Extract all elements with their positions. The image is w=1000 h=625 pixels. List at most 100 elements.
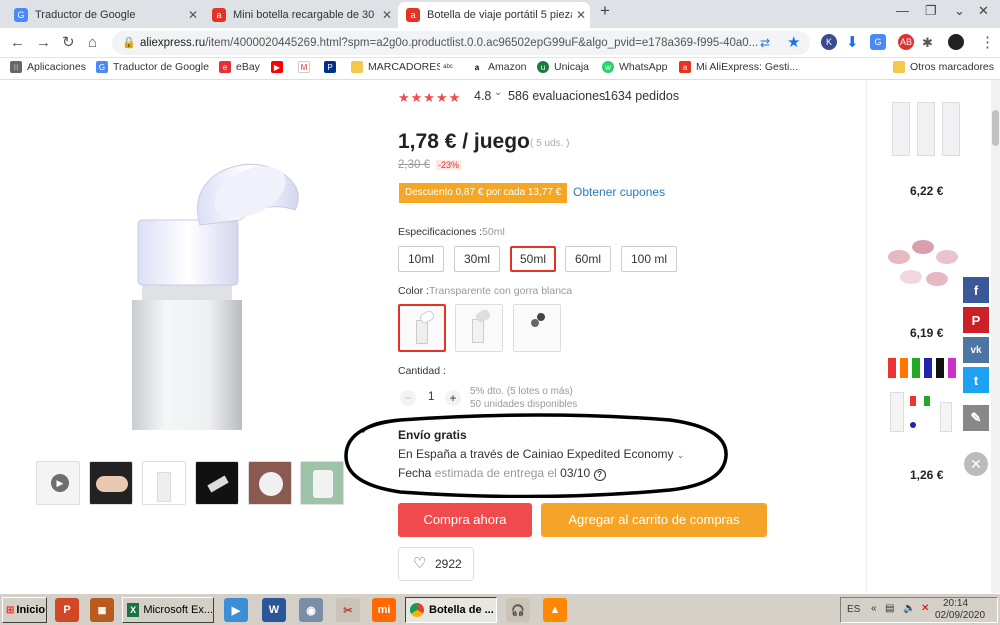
facebook-share-button[interactable]: f (963, 277, 989, 303)
excel-taskbar-button[interactable]: X Microsoft Ex... (122, 597, 214, 623)
home-icon[interactable]: ⌂ (88, 34, 97, 52)
media-player-icon[interactable]: ▶ (224, 598, 248, 622)
language-indicator[interactable]: ES (847, 604, 860, 615)
bookmark-star-icon[interactable]: ★ (787, 34, 800, 52)
bookmark-paypal[interactable]: P (324, 61, 341, 73)
close-share-icon[interactable]: ✕ (964, 452, 988, 476)
product-thumbnail[interactable] (195, 461, 239, 505)
scrollbar-track[interactable] (991, 80, 1000, 593)
minimize-icon[interactable]: — (896, 3, 909, 18)
quantity-increase-button[interactable]: + (445, 390, 461, 406)
scrollbar-thumb[interactable] (992, 110, 999, 146)
new-tab-button[interactable]: + (600, 1, 610, 21)
tab-botella-viaje[interactable]: a Botella de viaje portátil 5 piezas ✕ (398, 2, 590, 28)
word-icon[interactable]: W (262, 598, 286, 622)
clock-date[interactable]: 02/09/2020 (935, 610, 985, 621)
related-product-image[interactable] (884, 352, 968, 452)
download-icon[interactable]: ⬇ (846, 34, 859, 52)
volume-icon[interactable]: 🔈 (903, 603, 915, 614)
close-icon[interactable]: ✕ (184, 8, 202, 22)
clock-time[interactable]: 20:14 (943, 598, 968, 609)
lock-icon[interactable]: 🔒 (122, 31, 136, 55)
shipping-method[interactable]: En España a través de Cainiao Expedited … (398, 447, 684, 461)
security-icon[interactable]: ✕ (921, 603, 929, 614)
calculator-icon[interactable]: ▦ (90, 598, 114, 622)
product-thumbnail[interactable] (300, 461, 344, 505)
related-product-image[interactable] (884, 88, 968, 164)
hard-drive-icon[interactable]: ◉ (299, 598, 323, 622)
bookmark-amazon[interactable]: a Amazon (471, 61, 527, 73)
add-to-cart-button[interactable]: Agregar al carrito de compras (541, 503, 767, 537)
excel-icon: X (127, 603, 140, 617)
google-translate-extension-icon[interactable]: G (870, 34, 886, 50)
restore-icon[interactable]: ❐ (925, 3, 937, 19)
spec-option-30ml[interactable]: 30ml (454, 246, 500, 272)
color-option-white-cap[interactable] (398, 304, 446, 352)
spec-option-10ml[interactable]: 10ml (398, 246, 444, 272)
reviews-count[interactable]: 586 evaluaciones (508, 89, 605, 103)
extensions-puzzle-icon[interactable]: ✱ (922, 34, 933, 52)
translate-page-icon[interactable]: ⇄ (760, 34, 770, 52)
scissors-icon[interactable]: ✂ (336, 598, 360, 622)
product-main-image[interactable] (80, 150, 330, 430)
product-thumbnail-video[interactable]: ▶ (36, 461, 80, 505)
start-button[interactable]: ⊞ Inicio (2, 597, 47, 623)
vk-share-button[interactable]: vk (963, 337, 989, 363)
bookmark-ebay[interactable]: e eBay (219, 61, 260, 73)
chevron-down-icon[interactable]: ⌄ (494, 87, 502, 98)
bookmark-marcadores[interactable]: MARCADORES (351, 61, 443, 73)
forward-icon[interactable]: → (36, 34, 51, 52)
vlc-icon[interactable]: ▲ (543, 598, 567, 622)
more-menu-icon[interactable]: ⋮ (980, 34, 995, 52)
buy-now-button[interactable]: Compra ahora (398, 503, 532, 537)
quantity-input[interactable]: 1 (428, 391, 434, 403)
address-bar[interactable]: 🔒 aliexpress.ru/item/4000020445269.html?… (112, 31, 810, 55)
powerpoint-icon[interactable]: P (55, 598, 79, 622)
product-thumbnail[interactable] (248, 461, 292, 505)
bookmark-traductor[interactable]: G Traductor de Google (96, 61, 209, 73)
page-content: ▶ ★★★★★ 4.8 ⌄ 586 evaluaciones 1634 pedi… (0, 80, 1000, 593)
window-close-icon[interactable]: ✕ (978, 3, 989, 19)
edit-share-button[interactable]: ✎ (963, 405, 989, 431)
bookmark-gmail[interactable]: M (298, 61, 315, 73)
spec-option-100ml[interactable]: 100 ml (621, 246, 677, 272)
color-option-black-cap[interactable] (513, 304, 561, 352)
pinterest-share-button[interactable]: P (963, 307, 989, 333)
tray-expand-icon[interactable]: « (871, 603, 877, 614)
search-tabs-icon[interactable]: ⌄ (954, 3, 965, 19)
bookmark-whatsapp[interactable]: w WhatsApp (602, 61, 667, 73)
spec-option-50ml[interactable]: 50ml (510, 246, 556, 272)
chrome-taskbar-button[interactable]: Botella de ... (405, 597, 497, 623)
tab-google-translate[interactable]: G Traductor de Google ✕ (6, 2, 202, 28)
tab-title: Botella de viaje portátil 5 piezas (427, 9, 572, 21)
bookmark-youtube[interactable]: ▶ (271, 61, 288, 73)
get-coupons-link[interactable]: Obtener cupones (573, 185, 665, 199)
bookmark-otros[interactable]: Otros marcadores (893, 61, 994, 73)
quantity-available: 50 unidades disponibles (470, 399, 578, 410)
tab-mini-botella[interactable]: a Mini botella recargable de 30 Ml ✕ (204, 2, 396, 28)
bookmark-abc[interactable]: abc (440, 61, 461, 73)
spec-option-60ml[interactable]: 60ml (565, 246, 611, 272)
bookmark-apps[interactable]: ⁝⁝ Aplicaciones (10, 61, 86, 73)
adblock-icon[interactable]: AB (898, 34, 914, 50)
mi-icon[interactable]: mi (372, 598, 396, 622)
extension-k-icon[interactable]: K (821, 34, 837, 50)
related-product-image[interactable] (884, 230, 968, 306)
wishlist-button[interactable]: ♡ 2922 (398, 547, 474, 581)
product-thumbnail[interactable] (89, 461, 133, 505)
network-icon[interactable]: ▤ (885, 603, 894, 614)
close-icon[interactable]: ✕ (572, 8, 590, 22)
reload-icon[interactable]: ↻ (62, 34, 75, 52)
play-icon: ▶ (51, 474, 69, 492)
close-icon[interactable]: ✕ (378, 8, 396, 22)
related-product-price: 6,22 € (910, 184, 944, 198)
bookmark-unicaja[interactable]: u Unicaja (537, 61, 589, 73)
profile-avatar-icon[interactable] (948, 34, 964, 50)
headphones-icon[interactable]: 🎧 (506, 598, 530, 622)
product-thumbnail[interactable] (142, 461, 186, 505)
bookmark-mi-aliexpress[interactable]: a Mi AliExpress: Gesti... (679, 61, 798, 73)
quantity-decrease-button[interactable]: − (400, 390, 416, 406)
twitter-share-button[interactable]: t (963, 367, 989, 393)
color-option-clear-cap[interactable] (455, 304, 503, 352)
back-icon[interactable]: ← (10, 34, 25, 52)
